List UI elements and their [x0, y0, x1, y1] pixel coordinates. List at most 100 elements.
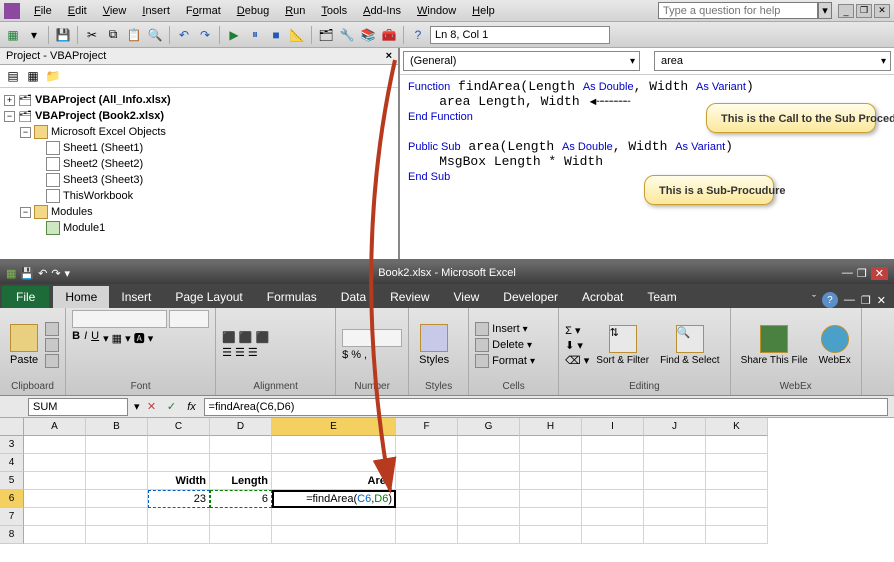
cancel-icon[interactable]: ✕	[144, 399, 160, 415]
tab-formulas[interactable]: Formulas	[255, 286, 329, 308]
cut-icon[interactable]	[45, 322, 59, 336]
help-search-input[interactable]	[658, 2, 818, 19]
undo-icon[interactable]: ↶	[175, 26, 193, 44]
file-tab[interactable]: File	[2, 286, 49, 308]
tab-pagelayout[interactable]: Page Layout	[163, 286, 254, 308]
tab-developer[interactable]: Developer	[491, 286, 570, 308]
align-center-icon[interactable]: ☰	[235, 346, 245, 359]
procedure-combo[interactable]: area	[654, 51, 891, 71]
col-j[interactable]: J	[644, 418, 706, 436]
menu-run[interactable]: Run	[277, 3, 313, 19]
col-b[interactable]: B	[86, 418, 148, 436]
menu-format[interactable]: Format	[178, 3, 229, 19]
excel-icon[interactable]: ▦	[4, 26, 22, 44]
menu-help[interactable]: Help	[464, 3, 503, 19]
enter-icon[interactable]: ✓	[164, 399, 180, 415]
expander-icon[interactable]: −	[4, 111, 15, 122]
code-editor[interactable]: Function findArea(Length As Double, Widt…	[400, 75, 894, 259]
close-button[interactable]: ✕	[871, 267, 888, 280]
close-button[interactable]: ✕	[874, 4, 890, 18]
col-g[interactable]: G	[458, 418, 520, 436]
expander-icon[interactable]: −	[20, 127, 31, 138]
row-7[interactable]: 7	[0, 508, 24, 526]
restore-button[interactable]: ❐	[856, 4, 872, 18]
menu-file[interactable]: File	[26, 3, 60, 19]
align-bot-icon[interactable]: ⬛	[256, 331, 270, 344]
run-icon[interactable]: ▶	[225, 26, 243, 44]
row-6[interactable]: 6	[0, 490, 24, 508]
menu-window[interactable]: Window	[409, 3, 464, 19]
clear-icon[interactable]: ⌫ ▾	[565, 354, 589, 367]
autosum-icon[interactable]: Σ ▾	[565, 324, 580, 337]
find-icon[interactable]: 🔍	[146, 26, 164, 44]
properties-icon[interactable]: 🔧	[338, 26, 356, 44]
project-explorer-icon[interactable]: 🗂	[317, 26, 335, 44]
col-e[interactable]: E	[272, 418, 396, 436]
minimize-button[interactable]: —	[842, 267, 853, 280]
help-icon[interactable]: ?	[409, 26, 427, 44]
styles-button[interactable]: Styles	[415, 322, 453, 368]
menu-debug[interactable]: Debug	[229, 3, 277, 19]
menu-tools[interactable]: Tools	[313, 3, 355, 19]
copy-icon[interactable]	[45, 338, 59, 352]
qat-dropdown-icon[interactable]: ▾	[65, 267, 71, 280]
tab-team[interactable]: Team	[635, 286, 688, 308]
align-right-icon[interactable]: ☰	[248, 346, 258, 359]
tab-home[interactable]: Home	[53, 286, 109, 308]
fx-icon[interactable]: fx	[184, 399, 200, 415]
folder-toggle-icon[interactable]: 📁	[44, 67, 62, 85]
sort-filter-button[interactable]: ⇅Sort & Filter	[592, 323, 653, 368]
namebox-dropdown-icon[interactable]: ▾	[134, 400, 140, 413]
fill-icon[interactable]: ⬇ ▾	[565, 339, 583, 352]
save-icon[interactable]: 💾	[54, 26, 72, 44]
redo-icon[interactable]: ↷	[51, 267, 60, 280]
name-box[interactable]: SUM	[28, 398, 128, 416]
undo-icon[interactable]: ↶	[38, 267, 47, 280]
design-icon[interactable]: 📐	[288, 26, 306, 44]
save-icon[interactable]: 💾	[20, 267, 34, 280]
row-3[interactable]: 3	[0, 436, 24, 454]
align-left-icon[interactable]: ☰	[222, 346, 232, 359]
toolbox-icon[interactable]: 🧰	[380, 26, 398, 44]
formula-input[interactable]: =findArea(C6,D6)	[204, 398, 888, 416]
minimize-button[interactable]: _	[838, 4, 854, 18]
menu-insert[interactable]: Insert	[134, 3, 178, 19]
cell-c6[interactable]: 23	[148, 490, 210, 508]
col-k[interactable]: K	[706, 418, 768, 436]
window-restore-icon[interactable]: ❐	[861, 294, 871, 307]
row-5[interactable]: 5	[0, 472, 24, 490]
percent-icon[interactable]: %	[351, 349, 361, 361]
find-select-button[interactable]: 🔍Find & Select	[656, 323, 723, 368]
menu-addins[interactable]: Add-Ins	[355, 3, 409, 19]
align-mid-icon[interactable]: ⬛	[239, 331, 253, 344]
insert-button[interactable]: Insert ▾	[475, 322, 535, 336]
share-file-button[interactable]: Share This File	[737, 323, 812, 368]
expander-icon[interactable]: +	[4, 95, 15, 106]
object-browser-icon[interactable]: 📚	[359, 26, 377, 44]
window-minimize-icon[interactable]: —	[844, 294, 855, 306]
menu-view[interactable]: View	[95, 3, 135, 19]
cell-d6[interactable]: 6	[210, 490, 272, 508]
paste-button[interactable]: Paste	[6, 322, 42, 368]
view-object-icon[interactable]: ▦	[24, 67, 42, 85]
stop-icon[interactable]: ■	[267, 26, 285, 44]
cut-icon[interactable]: ✂	[83, 26, 101, 44]
tab-review[interactable]: Review	[378, 286, 441, 308]
object-combo[interactable]: (General)	[403, 51, 640, 71]
redo-icon[interactable]: ↷	[196, 26, 214, 44]
menu-edit[interactable]: Edit	[60, 3, 95, 19]
col-f[interactable]: F	[396, 418, 458, 436]
paste-icon[interactable]: 📋	[125, 26, 143, 44]
cell-e5[interactable]: Area	[272, 472, 396, 490]
col-c[interactable]: C	[148, 418, 210, 436]
format-button[interactable]: Format ▾	[475, 354, 535, 368]
row-4[interactable]: 4	[0, 454, 24, 472]
select-all-corner[interactable]	[0, 418, 24, 436]
comma-icon[interactable]: ,	[364, 349, 367, 361]
window-close-icon[interactable]: ✕	[877, 294, 886, 307]
tab-acrobat[interactable]: Acrobat	[570, 286, 635, 308]
currency-icon[interactable]: $	[342, 349, 348, 361]
expander-icon[interactable]: −	[20, 207, 31, 218]
project-tree[interactable]: +🗂VBAProject (All_Info.xlsx) −🗂VBAProjec…	[0, 88, 398, 259]
col-d[interactable]: D	[210, 418, 272, 436]
